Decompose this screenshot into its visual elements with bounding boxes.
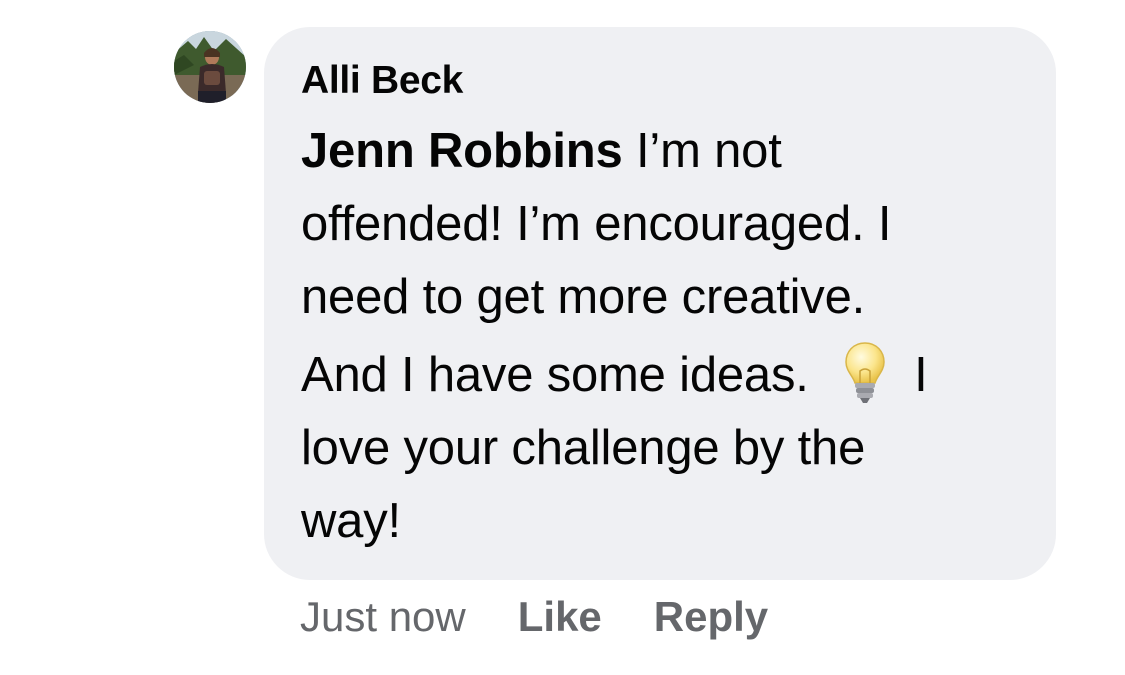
mention-link[interactable]: Jenn Robbins	[301, 124, 623, 178]
like-button[interactable]: Like	[518, 593, 602, 641]
comment-line-text: And I have some ideas.	[301, 348, 809, 402]
avatar-photo	[174, 31, 246, 103]
avatar[interactable]	[174, 31, 246, 103]
comment-bubble: Alli Beck Jenn Robbins I’m not offended!…	[264, 27, 1056, 580]
comment-line: And I have some ideas. I	[301, 334, 1041, 416]
comment-line: way!	[301, 494, 401, 548]
comment-line-text: I’m not	[622, 124, 782, 178]
comment-line: Jenn Robbins I’m not	[301, 115, 1041, 188]
comment-actions: Just now Like Reply	[300, 592, 820, 642]
timestamp[interactable]: Just now	[300, 593, 466, 641]
comment-line: need to get more creative.	[301, 270, 866, 324]
comment-line-text: I	[900, 348, 928, 402]
comment-author[interactable]: Alli Beck	[301, 59, 463, 103]
comment-text: Jenn Robbins I’m not offended! I’m encou…	[301, 115, 1041, 562]
comment-line: love your challenge by the	[301, 421, 866, 475]
reply-button[interactable]: Reply	[654, 593, 768, 641]
comment-line: offended! I’m encouraged. I	[301, 197, 892, 251]
light-bulb-icon	[843, 341, 887, 405]
